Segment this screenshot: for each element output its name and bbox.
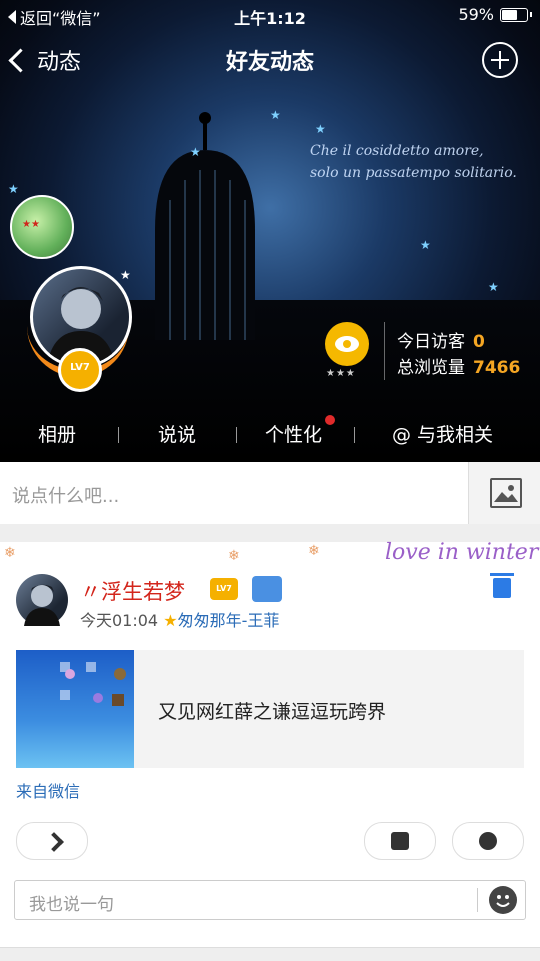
link-thumbnail [16, 650, 134, 768]
star-icon: ★ [420, 238, 431, 252]
level-badge: LV7 [58, 348, 102, 392]
today-visitors[interactable]: 今日访客 0 [397, 327, 485, 352]
total-views-label: 总浏览量 [397, 358, 465, 378]
today-visitors-label: 今日访客 [397, 332, 465, 352]
banner-quote: Che il cosiddetto amore, solo un passate… [310, 140, 530, 184]
delete-icon[interactable] [490, 573, 514, 598]
total-views-value: 7466 [473, 358, 521, 378]
banner-quote-line2: solo un passatempo solitario. [310, 165, 517, 181]
link-title: 又见网红薛之谦逗逗玩跨界 [158, 701, 387, 723]
status-bar: 返回“微信” 上午1:12 59% [0, 0, 540, 30]
love-in-winter-decoration: love in winter [385, 540, 539, 565]
image-icon [490, 478, 522, 508]
stats-divider [384, 322, 385, 380]
tab-about-me[interactable]: @ 与我相关 [392, 420, 493, 447]
level-text: LV7 [70, 362, 90, 373]
like-button[interactable] [364, 822, 436, 860]
star-icon: ★ [488, 280, 499, 294]
tab-album[interactable]: 相册 [38, 420, 76, 447]
notification-dot [325, 415, 335, 425]
author-level: LV7 [216, 584, 232, 593]
comment-bubble-icon [479, 832, 497, 850]
post-author-avatar[interactable] [16, 574, 68, 626]
banner-quote-line1: Che il cosiddetto amore, [310, 143, 484, 159]
compose-bar[interactable]: 说点什么吧... [0, 462, 540, 524]
comment-button[interactable] [452, 822, 524, 860]
nav-bar: 动态 好友动态 [0, 30, 540, 90]
level-gem-icon: LV7 [210, 578, 238, 600]
share-button[interactable] [16, 822, 88, 860]
profile-tabs: 相册 说说 个性化 @ 与我相关 [0, 405, 540, 461]
page-title: 好友动态 [225, 50, 314, 75]
birdcage-illustration [155, 112, 255, 340]
today-visitors-value: 0 [473, 332, 485, 352]
battery-icon [500, 7, 528, 22]
vip-badge-icon [252, 576, 282, 602]
event-badge-icon[interactable]: ★★ [10, 195, 74, 259]
visitor-stars-icon: ★★★ [326, 368, 356, 379]
star-icon: ★ [8, 182, 19, 196]
post-time: 今天01:04 [80, 611, 159, 630]
visitor-eye-button[interactable] [325, 322, 369, 366]
post-source[interactable]: 来自微信 [16, 778, 80, 802]
star-icon: ★ [315, 122, 326, 136]
thumbs-up-icon [391, 832, 409, 850]
reply-input[interactable]: 我也说一句 [14, 880, 526, 920]
battery-indicator: 59% [458, 5, 532, 24]
star-icon: ★ [270, 108, 281, 122]
music-star-icon: ★ [163, 611, 178, 630]
share-arrow-icon [44, 832, 64, 852]
star-icon: ★ [120, 268, 131, 282]
add-post-button[interactable] [482, 42, 518, 78]
tab-personalize[interactable]: 个性化 [265, 420, 322, 447]
emoji-icon[interactable] [489, 886, 517, 914]
post-meta: 今天01:04 ★匆匆那年-王菲 [80, 607, 279, 631]
compose-placeholder: 说点什么吧... [12, 486, 120, 507]
snowflake-icon: ❄ [4, 545, 16, 561]
star-icon: ★ [190, 145, 201, 159]
total-views[interactable]: 总浏览量 7466 [397, 353, 520, 378]
post-song[interactable]: 匆匆那年-王菲 [178, 611, 280, 630]
feed-separator [0, 947, 540, 961]
tab-shuoshuo[interactable]: 说说 [158, 420, 196, 447]
snowflake-icon: ❄ [228, 548, 240, 564]
battery-percent: 59% [458, 5, 494, 24]
post-author-name[interactable]: 〃浮生若梦 [80, 576, 185, 606]
snowflake-icon: ❄ [308, 543, 320, 559]
reply-placeholder: 我也说一句 [29, 895, 114, 915]
